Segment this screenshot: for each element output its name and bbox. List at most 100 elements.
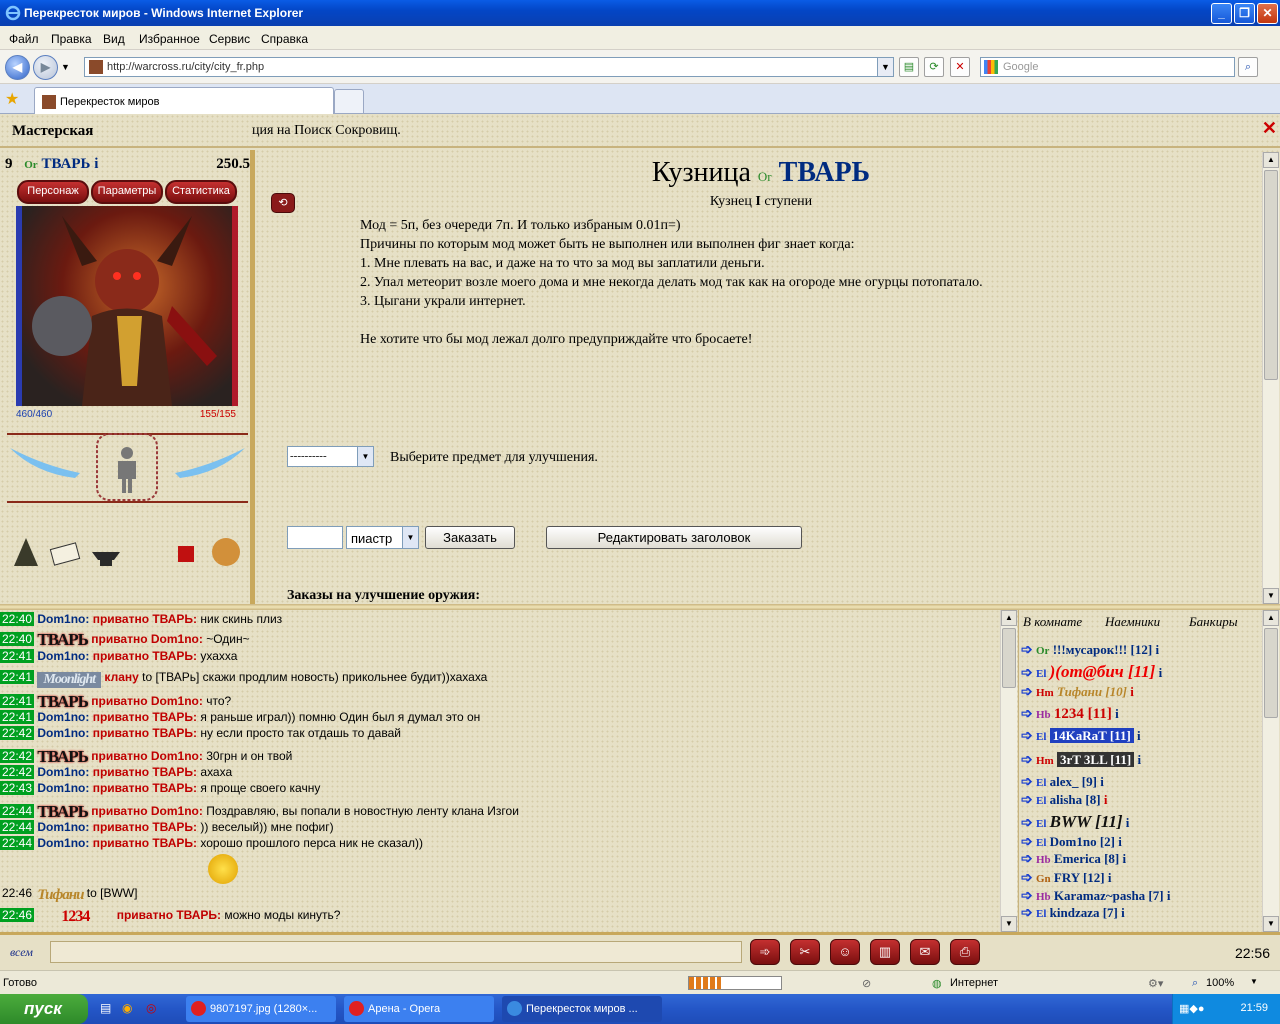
tab-mercenaries[interactable]: Наемники: [1105, 614, 1160, 630]
room-user[interactable]: ➩ El Dom1no [2] i: [1021, 834, 1122, 851]
amount-input[interactable]: [287, 526, 343, 549]
address-url[interactable]: http://warcross.ru/city/city_fr.php: [107, 61, 264, 73]
address-bar[interactable]: http://warcross.ru/city/city_fr.php ▼: [84, 57, 894, 77]
printer-icon[interactable]: ⎙: [950, 939, 980, 965]
chat-private[interactable]: приватно Dom1no:: [91, 632, 203, 646]
chat-avatar-badge[interactable]: ТВАРЬ: [37, 692, 89, 712]
tent-icon[interactable]: [14, 538, 38, 566]
character-button[interactable]: Персонаж: [17, 180, 89, 204]
chat-private[interactable]: приватно ТВАРЬ:: [93, 726, 197, 740]
chat-input[interactable]: [50, 941, 742, 963]
mail-icon[interactable]: ✉: [910, 939, 940, 965]
smiley-icon[interactable]: ☺: [830, 939, 860, 965]
address-dropdown-icon[interactable]: ▼: [877, 58, 893, 76]
room-scrollbar[interactable]: ▲ ▼: [1262, 610, 1279, 932]
currency-select[interactable]: пиастр ▼: [346, 526, 419, 549]
user-name[interactable]: FRY [12]: [1054, 870, 1105, 885]
user-name[interactable]: Emerica [8]: [1054, 851, 1119, 866]
compatibility-icon[interactable]: ▤: [899, 57, 919, 77]
close-frame-icon[interactable]: ✕: [1262, 118, 1277, 139]
arrow-right-icon[interactable]: ➩: [1021, 753, 1033, 768]
scroll-up-icon[interactable]: ▲: [1263, 152, 1279, 168]
red-square-icon[interactable]: [178, 546, 194, 562]
chat-avatar-badge[interactable]: 1234: [61, 908, 90, 926]
chat-sender[interactable]: Dom1no:: [37, 836, 89, 850]
show-desktop-icon[interactable]: ▤: [100, 1001, 111, 1015]
zoom-level[interactable]: 100%: [1206, 977, 1234, 989]
menu-help[interactable]: Справка: [261, 32, 308, 46]
user-name[interactable]: alex_ [9]: [1050, 774, 1097, 789]
task-image-viewer[interactable]: 9807197.jpg (1280×...: [186, 996, 336, 1022]
order-button[interactable]: Заказать: [425, 526, 515, 549]
arrow-right-icon[interactable]: ➩: [1021, 729, 1033, 744]
room-user[interactable]: ➩ El )(от@бич [11] i: [1021, 662, 1162, 682]
room-user[interactable]: ➩ Hm 3rT 3LL [11] i: [1021, 752, 1141, 769]
arrow-right-icon[interactable]: ➩: [1021, 775, 1033, 790]
room-user[interactable]: ➩ El BWW [11] i: [1021, 812, 1129, 832]
room-user[interactable]: ➩ El alisha [8] i: [1021, 792, 1107, 809]
menu-edit[interactable]: Правка: [51, 32, 92, 46]
chat-avatar-badge[interactable]: Moonlight: [37, 672, 102, 688]
chat-avatar-badge[interactable]: ТВАРЬ: [37, 747, 89, 767]
chat-sender[interactable]: Dom1no:: [37, 612, 89, 626]
chat-private[interactable]: приватно ТВАРЬ:: [93, 836, 197, 850]
search-box[interactable]: Google: [980, 57, 1235, 77]
scissors-icon[interactable]: ✂: [790, 939, 820, 965]
book-icon[interactable]: [49, 542, 81, 566]
menu-tools[interactable]: Сервис: [209, 32, 250, 46]
stop-icon[interactable]: ✕: [950, 57, 970, 77]
user-name[interactable]: kindzaza [7]: [1050, 905, 1118, 920]
edit-header-button[interactable]: Редактировать заголовок: [546, 526, 802, 549]
history-dropdown-icon[interactable]: ▼: [61, 62, 70, 72]
user-name[interactable]: 1234 [11]: [1054, 706, 1112, 722]
opera-quicklaunch-icon[interactable]: ◎: [146, 1001, 156, 1015]
room-user[interactable]: ➩ Hb Emerica [8] i: [1021, 851, 1126, 868]
arrow-right-icon[interactable]: ➩: [1021, 666, 1033, 681]
menu-file[interactable]: Файл: [9, 32, 39, 46]
chat-avatar-badge[interactable]: Тифани: [37, 887, 84, 904]
maximize-button[interactable]: ❐: [1234, 3, 1255, 24]
user-name[interactable]: )(от@бич [11]: [1050, 662, 1156, 681]
tab-active[interactable]: Перекресток миров: [34, 87, 334, 114]
arrow-right-icon[interactable]: ➩: [1021, 685, 1033, 700]
arrow-right-icon[interactable]: ➩: [1021, 852, 1033, 867]
main-scrollbar[interactable]: ▲ ▼: [1262, 152, 1279, 604]
protected-mode-icon[interactable]: ⚙▾: [1148, 977, 1163, 990]
back-button[interactable]: ◀: [5, 55, 30, 80]
chat-private[interactable]: приватно ТВАРЬ:: [93, 820, 197, 834]
chat-private[interactable]: клану: [104, 670, 138, 684]
arrow-right-icon[interactable]: ➩: [1021, 835, 1033, 850]
chat-avatar-badge[interactable]: ТВАРЬ: [37, 802, 89, 822]
room-user[interactable]: ➩ El 14KaRaT [11] i: [1021, 728, 1141, 745]
scroll-thumb[interactable]: [1002, 628, 1016, 688]
menu-favorites[interactable]: Избранное: [139, 32, 200, 46]
chevron-down-icon[interactable]: ▼: [357, 447, 373, 466]
new-tab-button[interactable]: [334, 89, 364, 114]
chat-private[interactable]: приватно ТВАРЬ:: [93, 612, 197, 626]
recipient-label[interactable]: всем: [10, 945, 33, 960]
tab-bankers[interactable]: Банкиры: [1189, 614, 1238, 630]
user-name[interactable]: Karamaz~pasha [7]: [1054, 888, 1164, 903]
arrow-right-icon[interactable]: ➩: [1021, 816, 1033, 831]
chat-private[interactable]: приватно Dom1no:: [91, 694, 203, 708]
forge-owner[interactable]: ТВАРЬ: [779, 157, 870, 188]
chat-private[interactable]: приватно ТВАРЬ:: [117, 908, 221, 922]
chat-sender[interactable]: Dom1no:: [37, 726, 89, 740]
chat-sender[interactable]: Dom1no:: [37, 710, 89, 724]
chat-avatar-badge[interactable]: ТВАРЬ: [37, 630, 89, 650]
chat-sender[interactable]: Dom1no:: [37, 820, 89, 834]
arrow-right-icon[interactable]: ➩: [1021, 643, 1033, 658]
user-name[interactable]: alisha [8]: [1050, 792, 1101, 807]
refresh-button[interactable]: ⟲: [271, 193, 295, 213]
scroll-down-icon[interactable]: ▼: [1001, 916, 1017, 932]
zoom-dropdown-icon[interactable]: ▼: [1250, 977, 1258, 986]
arrow-right-icon[interactable]: ➩: [1021, 906, 1033, 921]
zoom-icon[interactable]: ⌕: [1192, 977, 1198, 990]
arrow-right-icon[interactable]: ➩: [1021, 707, 1033, 722]
scroll-down-icon[interactable]: ▼: [1263, 916, 1279, 932]
scroll-thumb[interactable]: [1264, 628, 1278, 718]
privacy-icon[interactable]: ⊘: [862, 977, 871, 990]
user-name[interactable]: 3rT 3LL [11]: [1056, 752, 1135, 767]
search-icon[interactable]: ⌕: [1238, 57, 1258, 77]
minimize-button[interactable]: _: [1211, 3, 1232, 24]
